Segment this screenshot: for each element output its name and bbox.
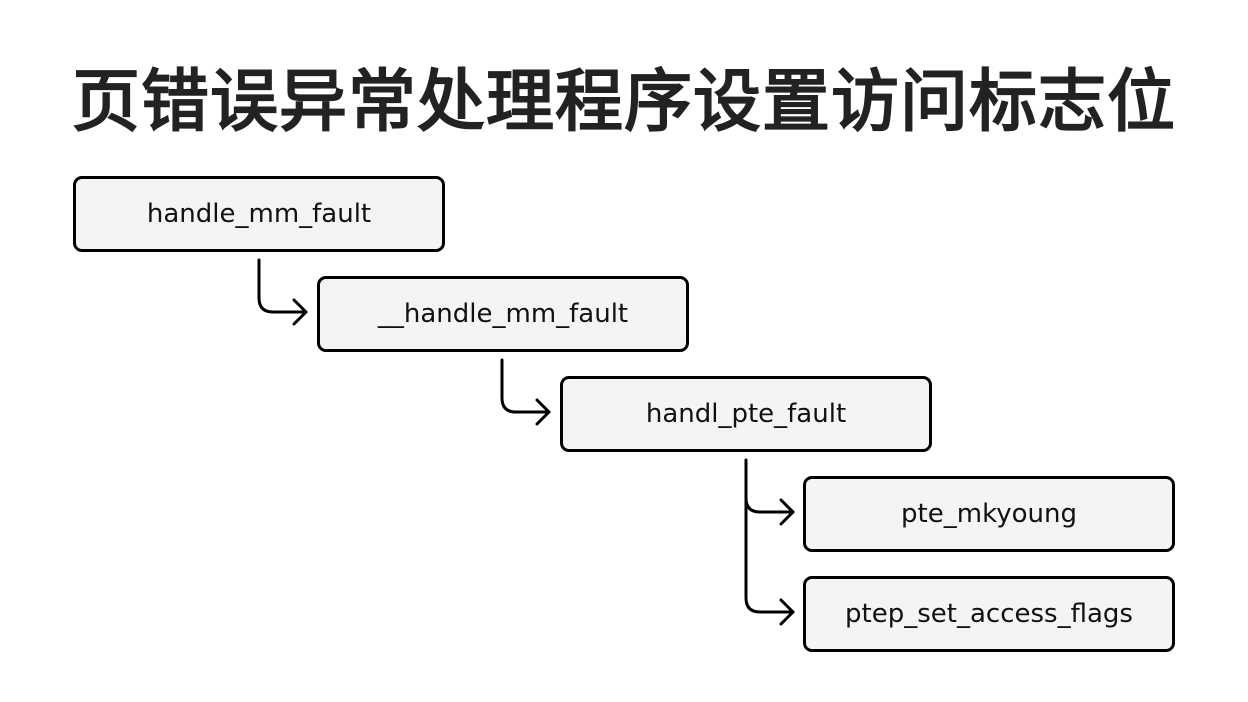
node-handl_pte_fault: handl_pte_fault (560, 376, 932, 452)
node-handle_mm_fault: handle_mm_fault (73, 176, 445, 252)
node-ptep_set_access_flags: ptep_set_access_flags (803, 576, 1175, 652)
edge-handl_pte_fault-to-ptep_set_access_flags (744, 496, 795, 626)
node-__handle_mm_fault: __handle_mm_fault (317, 276, 689, 352)
node-pte_mkyoung: pte_mkyoung (803, 476, 1175, 552)
edge-handle_mm_fault-to-__handle_mm_fault (257, 258, 308, 326)
edge-handl_pte_fault-to-pte_mkyoung (744, 458, 795, 526)
edge-__handle_mm_fault-to-handl_pte_fault (500, 358, 551, 426)
